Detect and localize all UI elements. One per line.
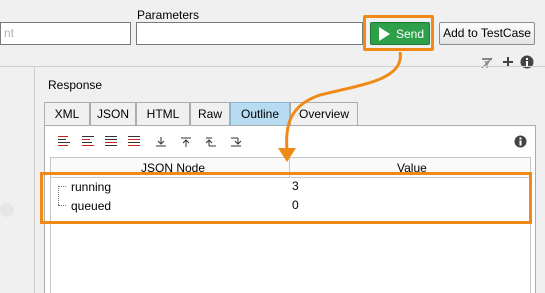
callout-arrow: [278, 51, 402, 162]
